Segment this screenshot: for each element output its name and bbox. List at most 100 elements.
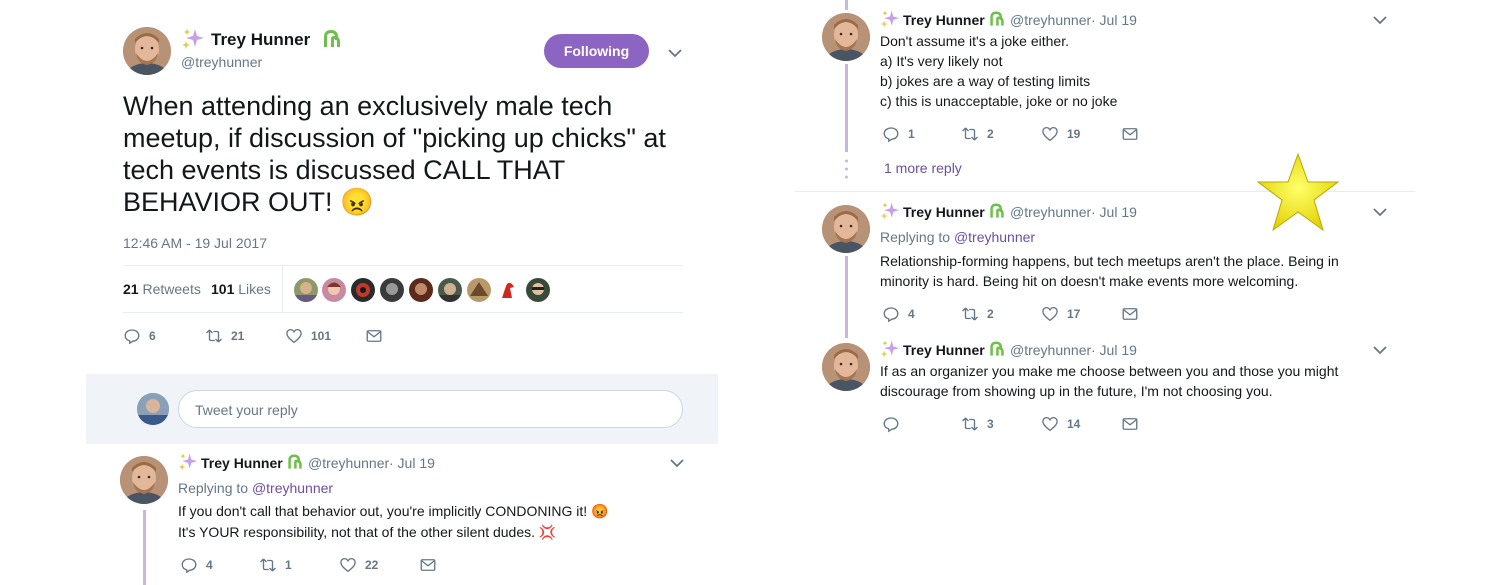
liker-avatar[interactable] [438,278,462,302]
star-icon [1256,152,1340,232]
sparkle-icon [178,452,198,472]
thread-line [845,0,848,10]
tweet-actions: 3 14 [882,414,1182,434]
author-handle[interactable]: @treyhunner [1010,12,1091,28]
like-count: 17 [1067,307,1081,321]
liker-avatar[interactable] [294,278,318,302]
following-button[interactable]: Following [544,34,649,68]
liker-avatar[interactable] [467,278,491,302]
reply-action[interactable]: 4 [882,305,915,323]
retweet-action[interactable]: 1 [259,556,292,574]
dm-action[interactable] [1121,305,1139,323]
chevron-down-icon[interactable] [1373,15,1387,25]
likes-label: Likes [238,281,271,297]
author-name[interactable]: Trey Hunner [211,30,310,50]
tweet-text-line-2: minority is hard. Being hit on doesn't m… [880,273,1299,289]
dm-action[interactable] [1121,415,1139,433]
author-avatar[interactable] [822,205,870,253]
liker-avatar[interactable] [380,278,404,302]
retweet-count: 1 [285,558,292,572]
retweet-action[interactable]: 21 [205,327,244,345]
dm-action[interactable] [1121,125,1139,143]
liker-avatar[interactable] [409,278,433,302]
author-name[interactable]: Trey Hunner [903,342,985,358]
retweet-action[interactable]: 2 [961,125,994,143]
liker-avatar[interactable] [322,278,346,302]
tweet-timestamp[interactable]: 12:46 AM - 19 Jul 2017 [123,235,267,251]
heart-icon [1041,125,1059,143]
retweet-icon [205,327,223,345]
retweet-icon [259,556,277,574]
python-badge-icon [987,9,1007,29]
replying-to-handle[interactable]: @treyhunner [252,480,333,496]
dm-action[interactable] [419,556,437,574]
tweet-date[interactable]: · Jul 19 [1091,204,1137,220]
tweet-date[interactable]: · Jul 19 [1091,12,1137,28]
likes-stat[interactable]: 101 Likes [211,281,271,297]
python-badge-icon [987,201,1007,221]
chevron-down-icon[interactable] [1373,345,1387,355]
replying-to: Replying to @treyhunner [178,480,333,496]
like-action[interactable]: 101 [285,327,331,345]
author-avatar[interactable] [822,343,870,391]
sparkle-icon [880,201,900,221]
tweet-date[interactable]: · Jul 19 [1091,342,1137,358]
liker-avatar[interactable] [526,278,550,302]
liker-avatar[interactable] [496,278,520,302]
more-reply-link[interactable]: 1 more reply [884,160,962,176]
replying-to-label: Replying to [880,229,951,245]
retweet-count: 3 [987,417,994,431]
reply-text-line-1: If you don't call that behavior out, you… [178,503,609,519]
reply-action[interactable]: 1 [882,125,915,143]
author-avatar[interactable] [822,13,870,61]
author-name[interactable]: Trey Hunner [903,204,985,220]
reply-input[interactable]: Tweet your reply [178,390,683,428]
thread-line [143,510,146,585]
replying-to-handle[interactable]: @treyhunner [954,229,1035,245]
retweet-action[interactable]: 2 [961,305,994,323]
reply-action[interactable]: 6 [123,327,156,345]
replying-to-label: Replying to [178,480,249,496]
stats-divider [282,266,283,313]
like-action[interactable]: 19 [1041,125,1080,143]
tweet-text-line-1: Don't assume it's a joke either. [880,33,1069,49]
dm-action[interactable] [365,327,383,345]
reply-action[interactable] [882,415,908,433]
like-action[interactable]: 14 [1041,415,1080,433]
chevron-down-icon[interactable] [670,458,684,468]
liker-avatar[interactable] [351,278,375,302]
sparkle-icon [880,339,900,359]
reply-text-line-2: It's YOUR responsibility, not that of th… [178,524,557,540]
reply-action[interactable]: 4 [180,556,213,574]
retweet-action[interactable]: 3 [961,415,994,433]
heart-icon [339,556,357,574]
retweets-stat[interactable]: 21 Retweets [123,281,201,297]
author-avatar[interactable] [120,456,168,504]
like-count: 14 [1067,417,1081,431]
python-badge-icon [285,452,305,472]
author-name[interactable]: Trey Hunner [903,12,985,28]
author-name[interactable]: Trey Hunner [201,455,283,471]
tweet-text-line-4: c) this is unacceptable, joke or no joke [880,93,1118,109]
like-action[interactable]: 22 [339,556,378,574]
sparkle-icon [181,27,205,51]
heart-icon [1041,305,1059,323]
like-count: 19 [1067,127,1081,141]
author-handle[interactable]: @treyhunner [308,455,389,471]
heart-icon [1041,415,1059,433]
author-avatar[interactable] [123,27,171,75]
chevron-down-icon[interactable] [668,48,682,58]
author-handle[interactable]: @treyhunner [1010,204,1091,220]
tweet-date[interactable]: · Jul 19 [389,455,435,471]
reply-count: 1 [908,127,915,141]
likes-count: 101 [211,281,235,297]
author-handle[interactable]: @treyhunner [181,54,262,70]
retweets-label: Retweets [142,281,201,297]
author-handle[interactable]: @treyhunner [1010,342,1091,358]
tweet-text-line-2: a) It's very likely not [880,53,1003,69]
envelope-icon [1121,125,1139,143]
envelope-icon [1121,305,1139,323]
chevron-down-icon[interactable] [1373,207,1387,217]
like-action[interactable]: 17 [1041,305,1080,323]
tweet-text-line-2: discourage from showing up in the future… [880,383,1273,399]
